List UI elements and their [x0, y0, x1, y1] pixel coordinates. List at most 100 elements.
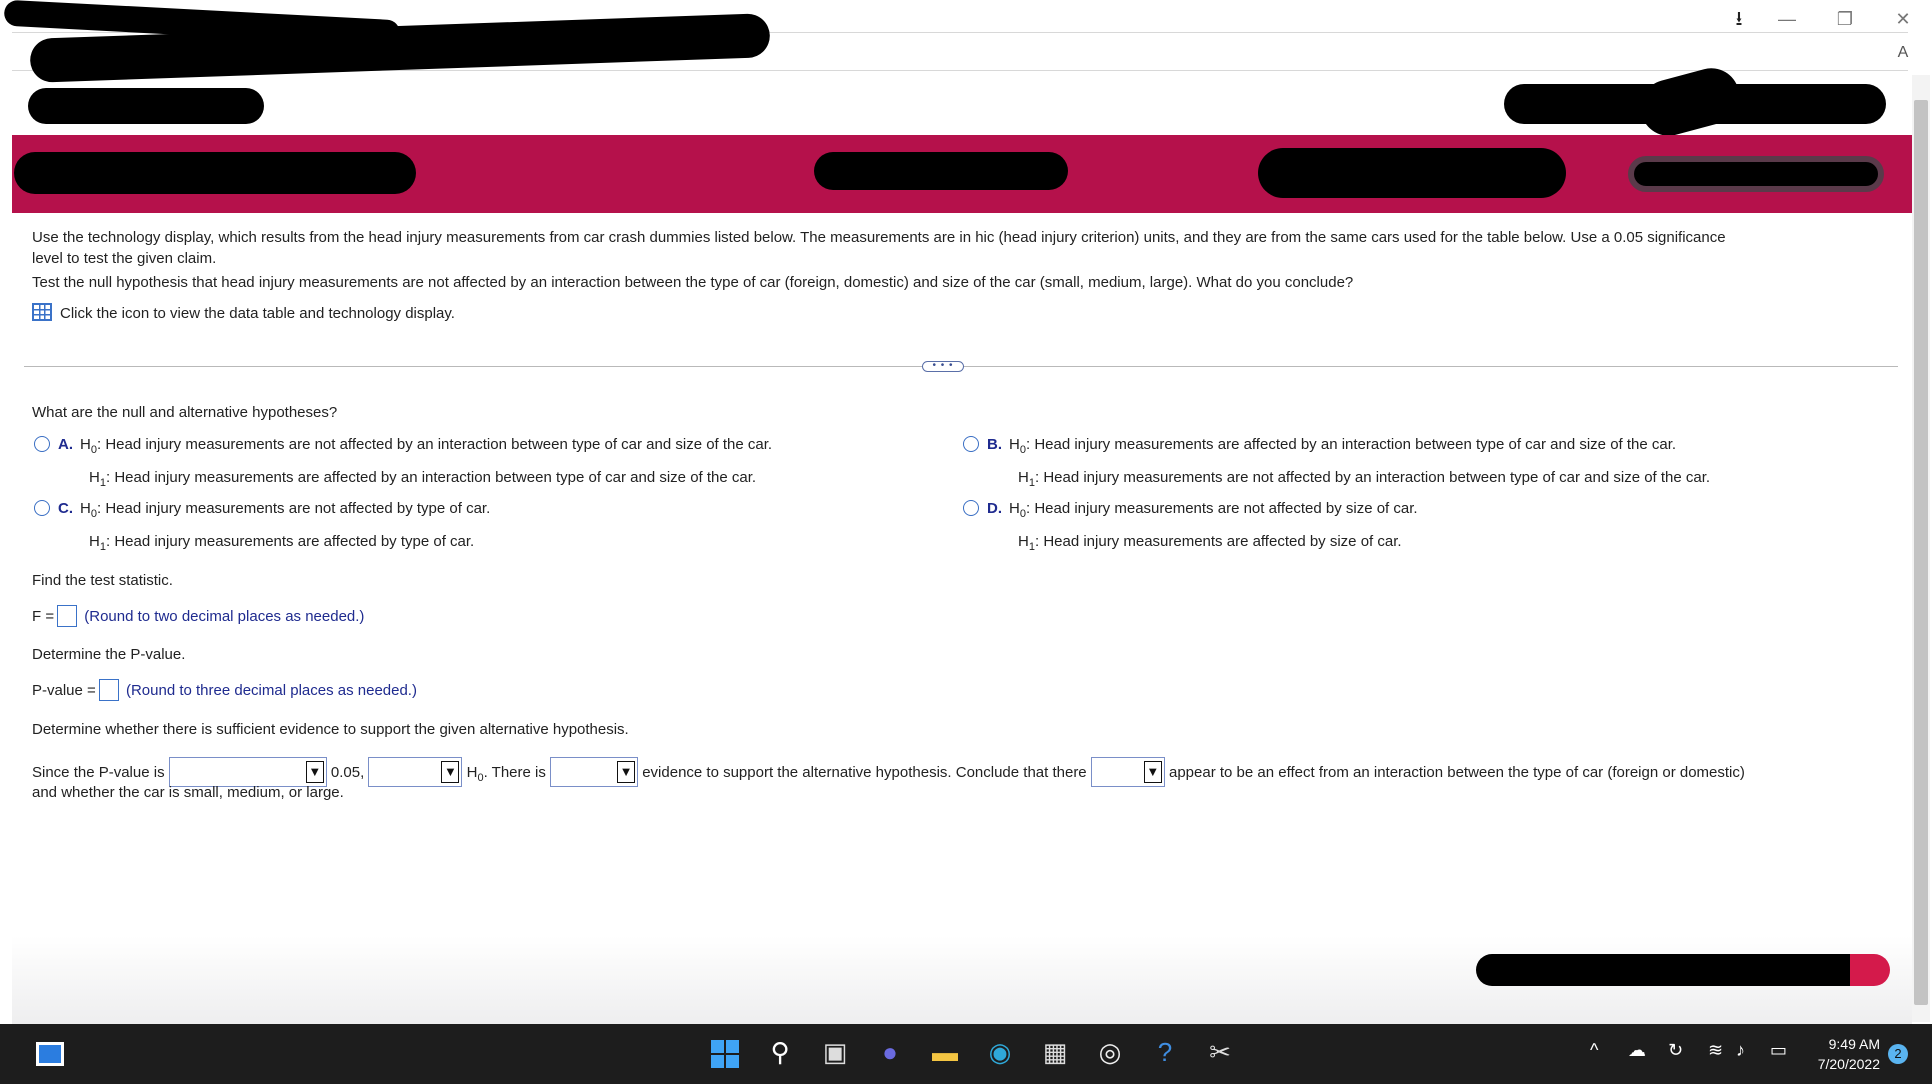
question-intro-line2: level to test the given claim.: [32, 250, 217, 267]
clock[interactable]: 9:49 AM 7/20/2022: [1800, 1034, 1880, 1074]
search-icon[interactable]: ⚲: [760, 1030, 800, 1074]
pvalue-label: P-value =: [32, 682, 96, 699]
start-icon[interactable]: [705, 1030, 745, 1074]
h0-sub: 0: [90, 444, 97, 456]
minimize-button[interactable]: —: [1772, 6, 1802, 32]
option-d-h1: Head injury measurements are affected by…: [1043, 533, 1402, 550]
chevron-down-icon: ▼: [617, 761, 636, 783]
redaction-mark: [1628, 156, 1884, 192]
h0-label: H: [80, 500, 91, 517]
chevron-down-icon: ▼: [305, 761, 324, 783]
conclusion-text-1: Since the P-value is: [32, 764, 165, 781]
redaction-mark: [14, 152, 416, 194]
more-options-button[interactable]: • • •: [922, 361, 964, 372]
clock-date: 7/20/2022: [1817, 1056, 1880, 1072]
h0-label: H: [1009, 500, 1020, 517]
h0-sub: 0: [1019, 444, 1026, 456]
data-table-link[interactable]: Click the icon to view the data table an…: [32, 303, 455, 324]
wifi-icon[interactable]: ≋: [1708, 1040, 1723, 1061]
redaction-mark: [1258, 148, 1566, 198]
option-d[interactable]: D. H0: Head injury measurements are not a…: [963, 495, 1418, 561]
f-statistic-input[interactable]: [57, 605, 78, 627]
conclusion-text-4: evidence to support the alternative hypo…: [642, 764, 1087, 781]
h0-sub: 0: [90, 508, 97, 520]
h1-sub: 1: [1028, 541, 1035, 553]
chat-icon[interactable]: ●: [870, 1030, 910, 1074]
store-icon[interactable]: ▦: [1035, 1030, 1075, 1074]
battery-icon[interactable]: ▭: [1770, 1040, 1787, 1061]
download-icon[interactable]: ⭳: [1724, 6, 1754, 32]
conclusion-text-2: 0.05,: [330, 764, 365, 781]
snipping-tool-icon[interactable]: ✂: [1200, 1030, 1240, 1074]
task-view-icon[interactable]: [30, 1030, 70, 1074]
test-stat-label: F =: [32, 608, 55, 625]
option-c-letter: C.: [58, 500, 73, 517]
pvalue-row: P-value = (Round to three decimal places…: [32, 679, 417, 701]
option-c[interactable]: C. H0: Head injury measurements are not a…: [34, 495, 490, 561]
data-table-icon[interactable]: [32, 303, 52, 321]
option-a-letter: A.: [58, 436, 73, 453]
question-test-line: Test the null hypothesis that head injur…: [32, 274, 1354, 291]
chevron-up-icon[interactable]: ^: [1590, 1040, 1598, 1061]
option-b-radio[interactable]: [963, 436, 979, 452]
pvalue-input[interactable]: [98, 679, 119, 701]
read-aloud-icon[interactable]: A: [1888, 40, 1918, 66]
option-c-radio[interactable]: [34, 500, 50, 516]
app-icon[interactable]: ◎: [1090, 1030, 1130, 1074]
h1-label: H: [1018, 533, 1029, 550]
h0-label: H: [80, 436, 91, 453]
notification-badge[interactable]: 2: [1888, 1044, 1908, 1064]
data-table-link-text[interactable]: Click the icon to view the data table an…: [60, 305, 455, 322]
conclusion-text-3: . There is: [483, 764, 546, 781]
option-d-letter: D.: [987, 500, 1002, 517]
edge-icon[interactable]: ◉: [980, 1030, 1020, 1074]
option-a-h1: Head injury measurements are affected by…: [114, 469, 757, 486]
hypotheses-prompt: What are the null and alternative hypoth…: [32, 404, 338, 421]
pvalue-hint: (Round to three decimal places as needed…: [125, 682, 417, 699]
volume-icon[interactable]: ♪: [1736, 1040, 1745, 1061]
question-intro-line1: Use the technology display, which result…: [32, 229, 1726, 246]
option-b-h1: Head injury measurements are not affecte…: [1043, 469, 1711, 486]
pvalue-prompt: Determine the P-value.: [32, 646, 186, 663]
restore-button[interactable]: ❐: [1830, 6, 1860, 32]
close-button[interactable]: ✕: [1888, 6, 1918, 32]
h0-label: H: [466, 764, 478, 781]
conclusion-text-5: appear to be an effect from an interacti…: [1169, 764, 1745, 781]
option-a[interactable]: A. H0: Head injury measurements are not a…: [34, 431, 772, 497]
h1-label: H: [1018, 469, 1029, 486]
h1-label: H: [89, 469, 100, 486]
test-stat-row: F = (Round to two decimal places as need…: [32, 605, 364, 627]
effect-dropdown[interactable]: ▼: [1090, 757, 1165, 787]
option-d-h0: Head injury measurements are not affecte…: [1034, 500, 1418, 517]
option-a-h0: Head injury measurements are not affecte…: [105, 436, 773, 453]
option-c-h1: Head injury measurements are affected by…: [114, 533, 475, 550]
conclusion-prompt: Determine whether there is sufficient ev…: [32, 721, 629, 738]
redaction-mark: [1476, 954, 1890, 986]
chevron-down-icon: ▼: [441, 761, 460, 783]
option-b[interactable]: B. H0: Head injury measurements are affec…: [963, 431, 1710, 497]
redaction-mark: [814, 152, 1068, 190]
h0-sub: 0: [1019, 508, 1026, 520]
option-b-letter: B.: [987, 436, 1002, 453]
evidence-dropdown[interactable]: ▼: [550, 757, 639, 787]
h1-sub: 1: [99, 541, 106, 553]
redaction-mark: [28, 88, 264, 124]
option-d-radio[interactable]: [963, 500, 979, 516]
option-c-h0: Head injury measurements are not affecte…: [105, 500, 491, 517]
reject-dropdown[interactable]: ▼: [368, 757, 463, 787]
option-b-h0: Head injury measurements are affected by…: [1034, 436, 1677, 453]
sync-icon[interactable]: ↻: [1668, 1040, 1683, 1061]
scrollbar-thumb[interactable]: [1914, 100, 1928, 1005]
conclusion-line2: and whether the car is small, medium, or…: [32, 784, 344, 801]
h1-label: H: [89, 533, 100, 550]
clock-time: 9:49 AM: [1828, 1036, 1880, 1052]
file-explorer-icon[interactable]: ▬: [925, 1030, 965, 1074]
test-stat-hint: (Round to two decimal places as needed.): [84, 608, 365, 625]
help-icon[interactable]: ?: [1145, 1030, 1185, 1074]
onedrive-icon[interactable]: ☁: [1628, 1040, 1646, 1061]
h1-sub: 1: [99, 477, 106, 489]
chevron-down-icon: ▼: [1143, 761, 1162, 783]
option-a-radio[interactable]: [34, 436, 50, 452]
task-view-button-icon[interactable]: ▣: [815, 1030, 855, 1074]
test-stat-prompt: Find the test statistic.: [32, 572, 173, 589]
